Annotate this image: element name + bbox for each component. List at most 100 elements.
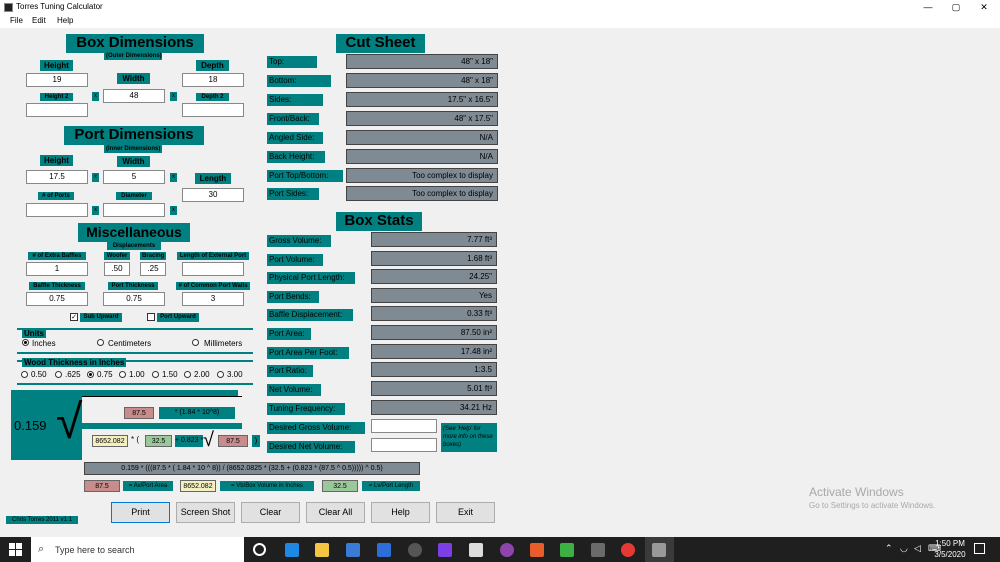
units-cm-radio[interactable]: [97, 339, 104, 346]
port-thickness-input[interactable]: 0.75: [103, 292, 165, 306]
formula-constant: * (1.84 * 10^8): [159, 407, 235, 419]
app-icon-green[interactable]: [560, 543, 574, 557]
stat-value: 24.25": [371, 269, 497, 284]
app-icon-bag[interactable]: [469, 543, 483, 557]
common-walls-input[interactable]: 3: [182, 292, 244, 306]
port-height-label: Height: [40, 155, 73, 166]
windows-start-icon[interactable]: [9, 543, 22, 556]
ext-port-input[interactable]: [182, 262, 244, 276]
edge-icon[interactable]: [285, 543, 299, 557]
extra-baffles-input[interactable]: 1: [26, 262, 88, 276]
stat-label: Physical Port Length:: [267, 272, 355, 284]
task-view-icon[interactable]: [253, 543, 266, 556]
fraction-bar: [82, 423, 242, 429]
app-icon-orange[interactable]: [530, 543, 544, 557]
volume-icon[interactable]: ◁: [914, 543, 921, 554]
maximize-button[interactable]: ▢: [942, 0, 970, 15]
clock-date[interactable]: 3/5/2020: [932, 550, 968, 559]
screenshot-button[interactable]: Screen Shot: [176, 502, 235, 523]
window-title: Torres Tuning Calculator: [16, 2, 103, 11]
port-length-input[interactable]: 30: [182, 188, 244, 202]
app-icon-tool[interactable]: [591, 543, 605, 557]
stat-label: Port Area Per Foot:: [267, 347, 349, 359]
port-upward-checkbox[interactable]: [147, 313, 155, 321]
store-icon[interactable]: [346, 543, 360, 557]
wood-option-label: 0.75: [97, 370, 113, 379]
box-width-input[interactable]: 48: [103, 89, 165, 103]
media-icon[interactable]: [408, 543, 422, 557]
cut-label: Top:: [267, 56, 317, 68]
clear-button[interactable]: Clear: [241, 502, 300, 523]
legend-vb-value: 8652.082: [180, 480, 216, 492]
units-mm-radio[interactable]: [192, 339, 199, 346]
num-ports-label: # of Ports: [38, 192, 74, 200]
port-height-input[interactable]: 17.5: [26, 170, 88, 184]
box-depth-label: Depth: [196, 60, 229, 71]
depth2-input[interactable]: [182, 103, 244, 117]
network-icon[interactable]: ◡: [900, 543, 908, 554]
print-button[interactable]: Print: [111, 502, 170, 523]
diameter-input[interactable]: [103, 203, 165, 217]
menu-file[interactable]: File: [10, 16, 23, 25]
num-ports-input[interactable]: [26, 203, 88, 217]
diameter-label: Diameter: [116, 192, 152, 200]
baffle-thickness-input[interactable]: 0.75: [26, 292, 88, 306]
chevron-up-icon[interactable]: ⌃: [885, 543, 893, 554]
woofer-input[interactable]: .50: [104, 262, 130, 276]
box-height-input[interactable]: 19: [26, 73, 88, 87]
close-button[interactable]: ✕: [970, 0, 998, 15]
exit-button[interactable]: Exit: [436, 502, 495, 523]
wood-2-00-radio[interactable]: [184, 371, 191, 378]
help-note: (See 'Help' for more info on these boxes…: [441, 423, 497, 452]
wood-0-625-radio[interactable]: [55, 371, 62, 378]
minimize-button[interactable]: —: [914, 0, 942, 15]
port-subtitle: (Inner Dimensions): [104, 145, 162, 153]
sub-upward-checkbox[interactable]: ✓: [70, 313, 78, 321]
chrome-icon[interactable]: [621, 543, 635, 557]
menu-help[interactable]: Help: [57, 16, 73, 25]
port-area-value-2: 87.5: [218, 435, 248, 447]
mail-icon[interactable]: [377, 543, 391, 557]
units-title: Units: [22, 329, 46, 338]
app-icon-purple[interactable]: [438, 543, 452, 557]
stat-label: Port Area:: [267, 328, 311, 340]
cut-value: 48" x 18": [346, 54, 498, 69]
menu-bar: [0, 15, 1000, 28]
fraction-line-top: [82, 396, 242, 399]
wood-0-50-radio[interactable]: [21, 371, 28, 378]
port-width-input[interactable]: 5: [103, 170, 165, 184]
stat-value: 7.77 ft³: [371, 232, 497, 247]
tuning-calculator-taskbar-icon[interactable]: [652, 543, 666, 557]
desired-gross-input[interactable]: [371, 419, 437, 433]
app-icon-peace[interactable]: [500, 543, 514, 557]
misc-title: Miscellaneous: [78, 223, 190, 242]
wood-1-50-radio[interactable]: [152, 371, 159, 378]
help-button[interactable]: Help: [371, 502, 430, 523]
height2-input[interactable]: [26, 103, 88, 117]
port-width-label: Width: [117, 156, 150, 167]
stat-value: Yes: [371, 288, 497, 303]
wood-0-75-radio[interactable]: [87, 371, 94, 378]
stat-label: Gross Volume:: [267, 235, 331, 247]
file-explorer-icon[interactable]: [315, 543, 329, 557]
bracing-input[interactable]: .25: [140, 262, 166, 276]
stat-label: Port Ratio:: [267, 365, 313, 377]
clock-time[interactable]: 1:50 PM: [935, 539, 965, 548]
wood-3-00-radio[interactable]: [217, 371, 224, 378]
units-inches-radio[interactable]: [22, 339, 29, 346]
legend-lv-label: = Lv/Port Length: [362, 481, 420, 491]
cut-value: 17.5" x 16.5": [346, 92, 498, 107]
menu-edit[interactable]: Edit: [32, 16, 46, 25]
desired-net-input[interactable]: [371, 438, 437, 452]
stat-label: Tuning Frequency:: [267, 403, 345, 415]
cut-label: Angled Side:: [267, 132, 323, 144]
port-dimensions-title: Port Dimensions: [64, 126, 204, 145]
box-height-label: Height: [40, 60, 73, 71]
x-label: x: [170, 206, 177, 215]
box-depth-input[interactable]: 18: [182, 73, 244, 87]
legend-av-label: = Av/Port Area: [123, 481, 173, 491]
notification-icon[interactable]: [974, 543, 985, 554]
clear-all-button[interactable]: Clear All: [306, 502, 365, 523]
box-dimensions-title: Box Dimensions: [66, 34, 204, 53]
wood-1-00-radio[interactable]: [119, 371, 126, 378]
